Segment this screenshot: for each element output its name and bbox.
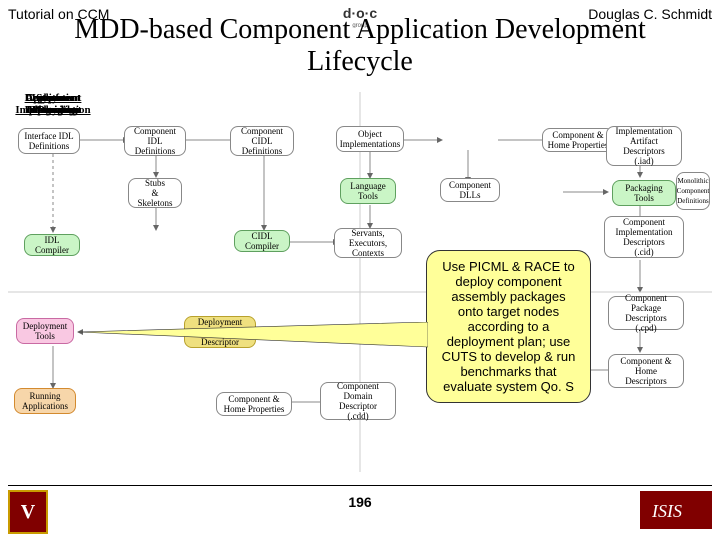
box-comp-impl-desc: ComponentImplementationDescriptors(.cid): [604, 216, 684, 258]
callout-text: Use PICML & RACE to deploy component ass…: [442, 259, 576, 394]
box-interface-idl: Interface IDLDefinitions: [18, 128, 80, 154]
box-language-tools: LanguageTools: [340, 178, 396, 204]
box-impl-artifact-desc: ImplementationArtifactDescriptors(.iad): [606, 126, 682, 166]
footer-divider: [8, 485, 712, 486]
title-line1: MDD-based Component Application Developm…: [74, 14, 646, 45]
box-packaging-tools: PackagingTools: [612, 180, 676, 206]
box-deploy-tools: DeploymentTools: [16, 318, 74, 344]
callout-bubble: Use PICML & RACE to deploy component ass…: [426, 250, 591, 403]
isis-text: ISIS: [651, 501, 682, 521]
callout-tail-icon: [78, 322, 428, 382]
col-application-assembly: ApplicationAssembly: [8, 92, 98, 116]
box-component-dlls: ComponentDLLs: [440, 178, 500, 202]
box-cidl-compiler: CIDLCompiler: [234, 230, 290, 252]
box-servants-exec: Servants,Executors,Contexts: [334, 228, 402, 258]
box-comp-pkg-desc: ComponentPackageDescriptors(.cpd): [608, 296, 684, 330]
box-stubs-skeletons: Stubs&Skeletons: [128, 178, 182, 208]
title-line2: Lifecycle: [307, 46, 413, 77]
box-monolithic-comp: MonolithicComponentDefinitions: [676, 172, 710, 210]
page-number: 196: [0, 494, 720, 510]
box-assembly-tools: ComponentDomainDescriptor(.cdd): [320, 382, 396, 420]
box-comp-cidl: ComponentCIDLDefinitions: [230, 126, 294, 156]
box-idl-compiler: IDLCompiler: [24, 234, 80, 256]
box-comp-home-props: Component &Home Properties: [542, 128, 614, 152]
isis-logo-icon: ISIS: [640, 491, 712, 534]
box-comp-idl-def: ComponentIDLDefinitions: [124, 126, 186, 156]
box-obj-impl: ObjectImplementations: [336, 126, 404, 152]
vanderbilt-logo-icon: V: [8, 490, 48, 534]
slide: Tutorial on CCM Douglas C. Schmidt d·o·c…: [0, 0, 720, 540]
box-running-apps: RunningApplications: [14, 388, 76, 414]
slide-title: MDD-based Component Application Developm…: [0, 14, 720, 78]
box-comp-home-props-2: Component &Home Properties: [216, 392, 292, 416]
diagram-canvas: InterfaceDesign ComponentDesign Componen…: [8, 92, 712, 472]
box-comp-assem-pkg: Component &HomeDescriptors: [608, 354, 684, 388]
